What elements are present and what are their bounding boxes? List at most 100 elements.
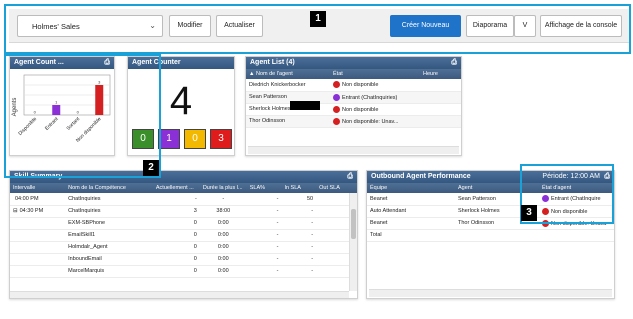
status-count-box[interactable]: 3 (210, 129, 232, 149)
table-row[interactable]: Diedrich Knickerbocker Non disponible (246, 79, 461, 92)
table-cell: Holmdalr_Agent (65, 241, 153, 254)
agent-time-cell (420, 103, 461, 116)
table-cell: - (246, 205, 282, 218)
team-cell: Total (367, 229, 455, 242)
horizontal-scrollbar[interactable] (10, 291, 349, 298)
status-count-box[interactable]: 0 (184, 129, 206, 149)
column-header[interactable]: ▲ Nom de l'agent (246, 69, 330, 79)
agent-state-cell (539, 229, 614, 242)
table-row[interactable]: MarcelMarquis00:00--- (10, 265, 357, 278)
table-cell: - (152, 193, 200, 206)
column-header[interactable]: Heure (420, 69, 461, 79)
table-cell: EXM-SBPhone (65, 217, 153, 230)
table-row[interactable]: Sherlock Holmes Non disponible (246, 103, 461, 116)
table-cell: - (281, 217, 317, 230)
vertical-scrollbar[interactable] (349, 193, 357, 291)
agent-state-cell: Non disponible (330, 103, 420, 116)
table-row[interactable]: InboundEmail00:00--- (10, 253, 357, 266)
column-header[interactable]: Équipe (367, 183, 455, 193)
table-cell: - (246, 253, 282, 266)
table-cell: 3 (152, 205, 200, 218)
redaction-block (290, 101, 320, 110)
table-cell (10, 217, 66, 230)
agent-list-panel: Agent List (4) ⎙ ▲ Nom de l'agent État H… (245, 56, 462, 156)
callout-badge-2: 2 (143, 160, 159, 176)
table-cell: - (246, 265, 282, 278)
table-row[interactable]: Total (367, 229, 614, 242)
table-cell (10, 241, 66, 254)
table-cell: ⊟ 04:30 PM (10, 205, 66, 218)
table-cell: 0:00 (199, 265, 247, 278)
agent-cell (455, 229, 539, 242)
skill-summary-table: Intervalle Nom de la Compétence Actuelleme… (10, 183, 357, 278)
scrollbar-thumb[interactable] (351, 209, 356, 239)
column-header[interactable]: SLA% (246, 183, 282, 193)
team-cell: Beanet (367, 217, 455, 230)
table-cell: - (246, 193, 282, 206)
agent-name-cell: Diedrich Knickerbocker (246, 79, 330, 92)
agent-state-cell: Non disponible (330, 79, 420, 92)
status-dot-icon (333, 93, 340, 101)
agent-state-cell: Non disponible: Unav... (330, 115, 420, 128)
table-cell: 04:00 PM (10, 193, 66, 206)
outbound-performance-title: Outbound Agent Performance (371, 173, 471, 180)
agent-time-cell (420, 91, 461, 104)
column-header[interactable]: Actuellement ... (152, 183, 200, 193)
team-cell: Auto Attendant (367, 205, 455, 218)
print-icon[interactable]: ⎙ (451, 57, 457, 69)
agent-name-cell: Thor Odinsson (246, 115, 330, 128)
agent-list-header: Agent List (4) ⎙ (246, 57, 461, 69)
table-row[interactable]: 04:00 PMChatInquiries---50- (10, 193, 357, 206)
table-cell: - (281, 241, 317, 254)
skill-summary-panel: Skill Summary ⎙ Intervalle Nom de la Comp… (9, 170, 358, 299)
agent-list-table: ▲ Nom de l'agent État Heure Diedrich Kni… (246, 69, 461, 128)
table-cell: - (199, 193, 247, 206)
column-header[interactable]: État (330, 69, 420, 79)
print-icon[interactable]: ⎙ (347, 171, 353, 183)
table-cell: - (246, 241, 282, 254)
table-row[interactable]: Holmdalr_Agent00:00--- (10, 241, 357, 254)
table-row[interactable]: Sean Patterson Entrant (ChatInquiries) (246, 91, 461, 104)
agent-time-cell (420, 115, 461, 128)
table-row[interactable]: EmailSkill100:00--- (10, 229, 357, 242)
agent-list-title: Agent List (4) (250, 59, 295, 66)
table-cell: - (281, 205, 317, 218)
table-cell: - (246, 217, 282, 230)
table-cell: 0:00 (199, 217, 247, 230)
callout-badge-1: 1 (310, 11, 326, 27)
column-header[interactable]: Intervalle (10, 183, 66, 193)
table-cell: - (281, 253, 317, 266)
column-header[interactable]: Out SLA (316, 183, 357, 193)
table-cell (10, 229, 66, 242)
status-count-box[interactable]: 1 (158, 129, 180, 149)
table-row[interactable]: EXM-SBPhone00:00--- (10, 217, 357, 230)
column-header[interactable]: In SLA (281, 183, 317, 193)
table-cell: 50 (281, 193, 317, 206)
table-cell: 0 (152, 241, 200, 254)
status-dot-icon (333, 117, 340, 125)
table-cell: 0 (152, 253, 200, 266)
column-header[interactable]: Durée la plus l... (199, 183, 247, 193)
table-cell (10, 265, 66, 278)
table-row[interactable]: ⊟04:30 PMChatInquiries338:00--- (10, 205, 357, 218)
table-cell: - (281, 265, 317, 278)
table-cell: 0 (152, 265, 200, 278)
table-cell: 0:00 (199, 241, 247, 254)
horizontal-scrollbar[interactable] (248, 146, 459, 154)
horizontal-scrollbar[interactable] (369, 289, 612, 297)
table-row[interactable]: Thor Odinsson Non disponible: Unav... (246, 115, 461, 128)
callout-badge-3: 3 (521, 205, 537, 221)
expand-collapse-icon[interactable]: ⊟ (13, 208, 18, 214)
agent-time-cell (420, 79, 461, 92)
table-cell: ChatInquiries (65, 205, 153, 218)
table-cell: 0 (152, 229, 200, 242)
status-dot-icon (333, 81, 340, 89)
table-cell (10, 253, 66, 266)
table-cell: MarcelMarquis (65, 265, 153, 278)
agent-state-cell: Entrant (ChatInquiries) (330, 91, 420, 104)
table-cell: - (281, 229, 317, 242)
column-header[interactable]: Nom de la Compétence (65, 183, 153, 193)
table-cell: - (246, 229, 282, 242)
callout-box-2 (4, 54, 161, 178)
team-cell: Beanet (367, 193, 455, 206)
